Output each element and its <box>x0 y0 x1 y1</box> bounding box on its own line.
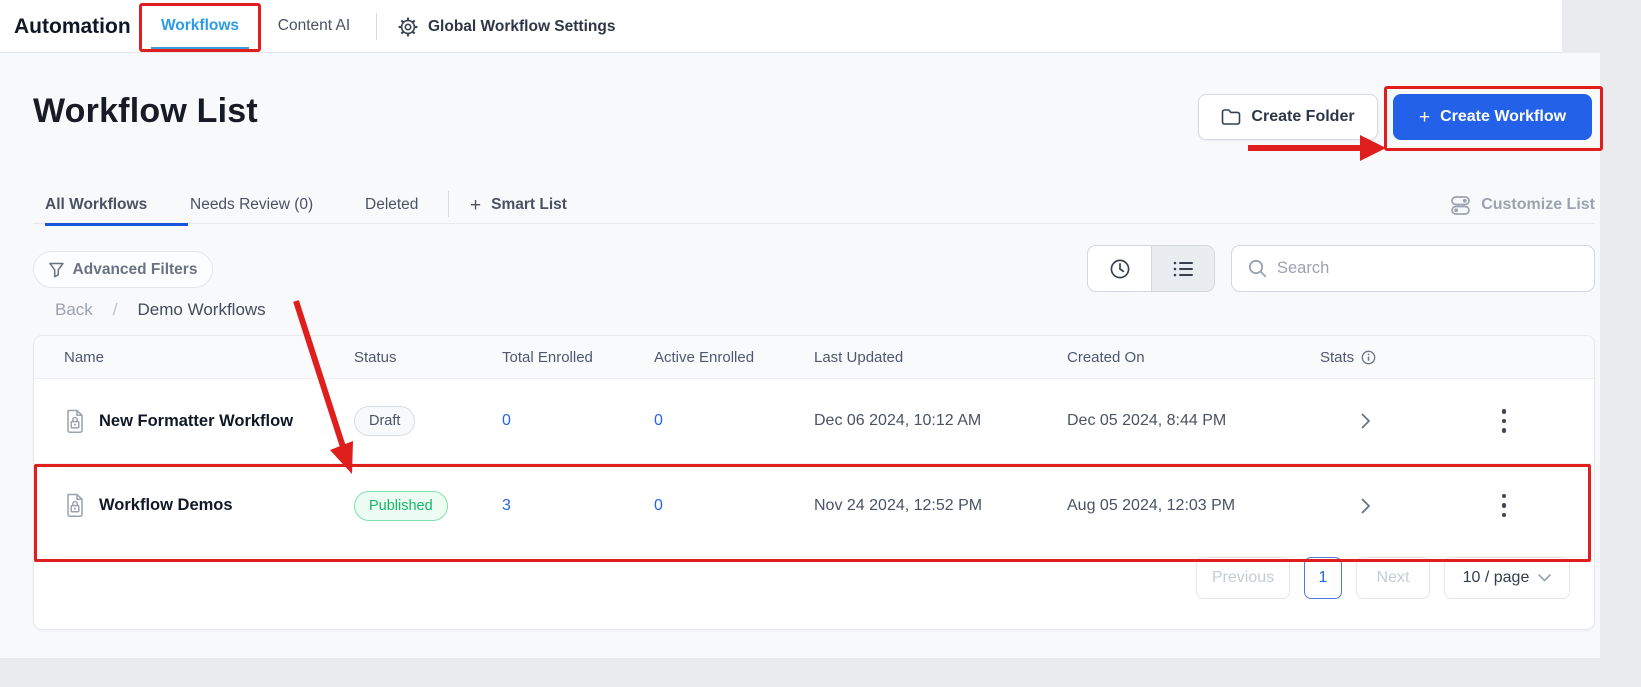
total-enrolled-link[interactable]: 3 <box>502 497 511 514</box>
status-cell: Published <box>354 490 502 521</box>
kebab-menu-icon[interactable] <box>1496 403 1513 439</box>
next-page-button[interactable]: Next <box>1356 557 1430 599</box>
all-workflows-active-underline <box>45 223 188 226</box>
tab-deleted[interactable]: Deleted <box>365 186 418 224</box>
workflow-name-cell: Workflow Demos <box>34 493 354 518</box>
file-lock-icon <box>64 493 85 518</box>
advanced-filters-button[interactable]: Advanced Filters <box>33 251 213 288</box>
column-header-created-on: Created On <box>1067 348 1145 366</box>
tab-all-workflows[interactable]: All Workflows <box>45 186 188 226</box>
column-header-status: Status <box>354 348 397 366</box>
info-icon[interactable] <box>1361 350 1376 365</box>
list-view-button[interactable] <box>1151 246 1214 291</box>
kebab-menu-icon[interactable] <box>1496 488 1513 524</box>
gear-icon <box>398 17 418 37</box>
active-enrolled-cell: 0 <box>654 412 814 430</box>
table-row-workflow-demos[interactable]: Workflow Demos Published 3 0 Nov 24 2024… <box>34 463 1594 547</box>
create-workflow-button[interactable]: + Create Workflow <box>1393 94 1592 140</box>
view-toggle <box>1087 245 1215 292</box>
status-badge-published: Published <box>354 490 448 521</box>
table-row-new-formatter-workflow[interactable]: New Formatter Workflow Draft 0 0 Dec 06 … <box>34 379 1594 463</box>
chevron-right-icon[interactable] <box>1361 413 1371 429</box>
advanced-filters-label: Advanced Filters <box>72 260 198 278</box>
row-actions-cell <box>1412 403 1596 439</box>
create-workflow-label: Create Workflow <box>1440 108 1567 125</box>
column-header-stats-label: Stats <box>1320 348 1355 366</box>
active-enrolled-link[interactable]: 0 <box>654 412 663 429</box>
row-actions-cell <box>1412 488 1596 524</box>
tabs-divider <box>448 191 449 217</box>
workflow-name[interactable]: Workflow Demos <box>99 496 233 515</box>
breadcrumb-current-folder: Demo Workflows <box>137 300 266 319</box>
topnav-tab-content-ai[interactable]: Content AI <box>268 0 360 52</box>
smart-list-label: Smart List <box>491 196 567 213</box>
total-enrolled-cell: 0 <box>502 412 654 430</box>
page-size-value: 10 / page <box>1462 569 1530 586</box>
top-navigation-bar: Automation Workflows Content AI Global W… <box>0 0 1562 53</box>
active-enrolled-link[interactable]: 0 <box>654 497 663 514</box>
stats-expand-cell <box>1320 498 1412 514</box>
breadcrumb: Back / Demo Workflows <box>55 296 266 324</box>
total-enrolled-link[interactable]: 0 <box>502 412 511 429</box>
tab-needs-review-label: Needs Review (0) <box>190 196 314 213</box>
workflows-active-underline <box>151 47 249 50</box>
tab-deleted-label: Deleted <box>365 196 419 213</box>
file-lock-icon <box>64 409 85 434</box>
column-header-name: Name <box>64 348 105 366</box>
created-on-cell: Aug 05 2024, 12:03 PM <box>1067 496 1236 514</box>
previous-page-button[interactable]: Previous <box>1196 557 1290 599</box>
plus-icon: + <box>470 194 482 216</box>
recent-view-button[interactable] <box>1088 246 1151 291</box>
page-title: Workflow List <box>33 92 258 130</box>
last-updated-cell: Nov 24 2024, 12:52 PM <box>814 496 983 514</box>
breadcrumb-back-link[interactable]: Back <box>55 300 93 320</box>
column-header-total-enrolled: Total Enrolled <box>502 348 593 366</box>
workflow-name[interactable]: New Formatter Workflow <box>99 412 293 431</box>
search-box <box>1231 245 1595 292</box>
topnav-divider <box>376 13 377 40</box>
customize-list-label: Customize List <box>1481 196 1595 213</box>
column-header-last-updated: Last Updated <box>814 348 904 366</box>
sliders-icon <box>1450 195 1471 216</box>
workflow-name-cell: New Formatter Workflow <box>34 409 354 434</box>
table-header-row: Name Status Total Enrolled Active Enroll… <box>34 336 1594 379</box>
current-page-button[interactable]: 1 <box>1304 557 1342 599</box>
customize-list-button[interactable]: Customize List <box>1450 186 1595 224</box>
page-size-select[interactable]: 10 / page <box>1444 557 1570 599</box>
smart-list-button[interactable]: + Smart List <box>470 186 567 224</box>
topnav-tab-workflows-label: Workflows <box>160 17 240 34</box>
search-input[interactable] <box>1277 259 1578 278</box>
chevron-down-icon <box>1538 574 1552 582</box>
column-header-stats: Stats <box>1320 349 1412 366</box>
topnav-tab-workflows[interactable]: Workflows <box>139 0 261 52</box>
column-header-active-enrolled: Active Enrolled <box>654 348 755 366</box>
list-view-icon <box>1172 259 1194 279</box>
clock-icon <box>1109 258 1131 280</box>
search-icon <box>1248 259 1267 278</box>
pagination: Previous 1 Next 10 / page <box>1196 557 1570 599</box>
stats-expand-cell <box>1320 413 1412 429</box>
topnav-tab-content-ai-label: Content AI <box>277 17 351 34</box>
tab-needs-review[interactable]: Needs Review (0) <box>190 186 313 224</box>
status-cell: Draft <box>354 406 502 436</box>
breadcrumb-separator: / <box>112 300 118 319</box>
total-enrolled-cell: 3 <box>502 497 654 515</box>
funnel-icon <box>48 262 64 278</box>
plus-icon: + <box>1418 106 1431 128</box>
folder-icon <box>1221 108 1241 126</box>
tab-all-workflows-label: All Workflows <box>45 196 148 213</box>
create-folder-button[interactable]: Create Folder <box>1198 94 1378 140</box>
workflow-table-card: Name Status Total Enrolled Active Enroll… <box>33 335 1595 630</box>
created-on-cell: Dec 05 2024, 8:44 PM <box>1067 412 1227 429</box>
global-workflow-settings-label: Global Workflow Settings <box>428 17 616 35</box>
global-workflow-settings-link[interactable]: Global Workflow Settings <box>398 0 615 53</box>
app-title: Automation <box>14 14 131 38</box>
chevron-right-icon[interactable] <box>1361 498 1371 514</box>
create-folder-label: Create Folder <box>1251 108 1355 125</box>
active-enrolled-cell: 0 <box>654 497 814 515</box>
last-updated-cell: Dec 06 2024, 10:12 AM <box>814 412 982 429</box>
workflow-list-tabs: All Workflows Needs Review (0) Deleted +… <box>33 186 1595 226</box>
status-badge-draft: Draft <box>354 406 416 436</box>
